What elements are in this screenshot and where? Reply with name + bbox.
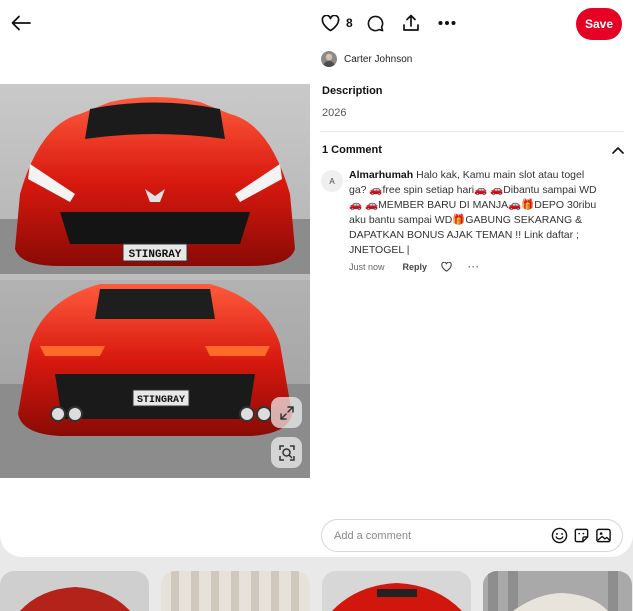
related-pin-image bbox=[161, 571, 310, 611]
related-pin-image bbox=[0, 571, 149, 611]
comments-count-title: 1 Comment bbox=[322, 144, 382, 156]
comment-meta: Just now Reply ··· bbox=[349, 262, 480, 272]
visual-search-icon bbox=[278, 444, 295, 461]
save-button[interactable]: Save bbox=[576, 8, 622, 40]
image-icon bbox=[596, 528, 611, 543]
back-button[interactable] bbox=[8, 10, 34, 36]
like-button[interactable] bbox=[321, 14, 340, 32]
comment-body: Almarhumah Halo kak, Kamu main slot atau… bbox=[349, 168, 599, 258]
comment-box bbox=[321, 519, 623, 552]
plate-front: STINGRAY bbox=[129, 249, 182, 261]
reply-button[interactable]: Reply bbox=[403, 262, 428, 272]
commenter-avatar[interactable]: A bbox=[321, 170, 343, 192]
comment-timestamp: Just now bbox=[349, 262, 385, 272]
more-horizontal-icon bbox=[438, 21, 456, 25]
emoji-icon bbox=[551, 527, 568, 544]
comment-button[interactable] bbox=[367, 15, 384, 32]
comment-like-button[interactable] bbox=[441, 262, 452, 272]
related-pin-image bbox=[483, 571, 632, 611]
like-count: 8 bbox=[346, 16, 353, 30]
author-row[interactable]: Carter Johnson bbox=[321, 51, 412, 67]
car-photo: STINGRAY STINGRAY bbox=[0, 84, 310, 478]
sticker-button[interactable] bbox=[573, 527, 590, 544]
pin-card: STINGRAY STINGRAY 8 Save Carter Johnson … bbox=[0, 0, 633, 557]
expand-icon bbox=[279, 405, 294, 420]
sticker-icon bbox=[574, 528, 589, 543]
pin-details: 8 Save Carter Johnson Description 2026 1… bbox=[321, 0, 633, 557]
arrow-left-icon bbox=[11, 15, 31, 31]
related-pin[interactable] bbox=[161, 571, 310, 611]
related-pin-image bbox=[322, 571, 471, 611]
visual-search-button[interactable] bbox=[271, 437, 302, 468]
author-avatar[interactable] bbox=[321, 51, 337, 67]
commenter-name[interactable]: Almarhumah bbox=[349, 169, 413, 181]
comment-text: Halo kak, Kamu main slot atau togel ga? … bbox=[349, 169, 597, 256]
heart-icon bbox=[321, 14, 340, 31]
photo-button[interactable] bbox=[595, 527, 612, 544]
plate-rear: STINGRAY bbox=[137, 395, 185, 406]
description-heading: Description bbox=[322, 85, 383, 97]
more-options-button[interactable] bbox=[438, 20, 456, 26]
action-bar: 8 bbox=[321, 10, 456, 36]
related-pin[interactable] bbox=[322, 571, 471, 611]
comment-input[interactable] bbox=[334, 529, 534, 542]
emoji-button[interactable] bbox=[551, 527, 568, 544]
description-text: 2026 bbox=[322, 107, 347, 119]
comment-more-button[interactable]: ··· bbox=[468, 262, 480, 272]
pin-image[interactable]: STINGRAY STINGRAY bbox=[0, 84, 310, 478]
chevron-up-icon bbox=[612, 147, 624, 154]
comment-tools bbox=[551, 527, 612, 544]
comments-toggle[interactable]: 1 Comment bbox=[322, 144, 624, 156]
author-name[interactable]: Carter Johnson bbox=[344, 54, 412, 65]
related-pin[interactable] bbox=[483, 571, 632, 611]
expand-button[interactable] bbox=[271, 397, 302, 428]
share-button[interactable] bbox=[402, 14, 420, 32]
heart-icon bbox=[441, 262, 452, 272]
avatar-photo-icon bbox=[321, 51, 337, 67]
related-pin[interactable] bbox=[0, 571, 149, 611]
comment-bubble-icon bbox=[367, 15, 384, 31]
divider bbox=[321, 131, 623, 132]
share-icon bbox=[402, 14, 419, 31]
